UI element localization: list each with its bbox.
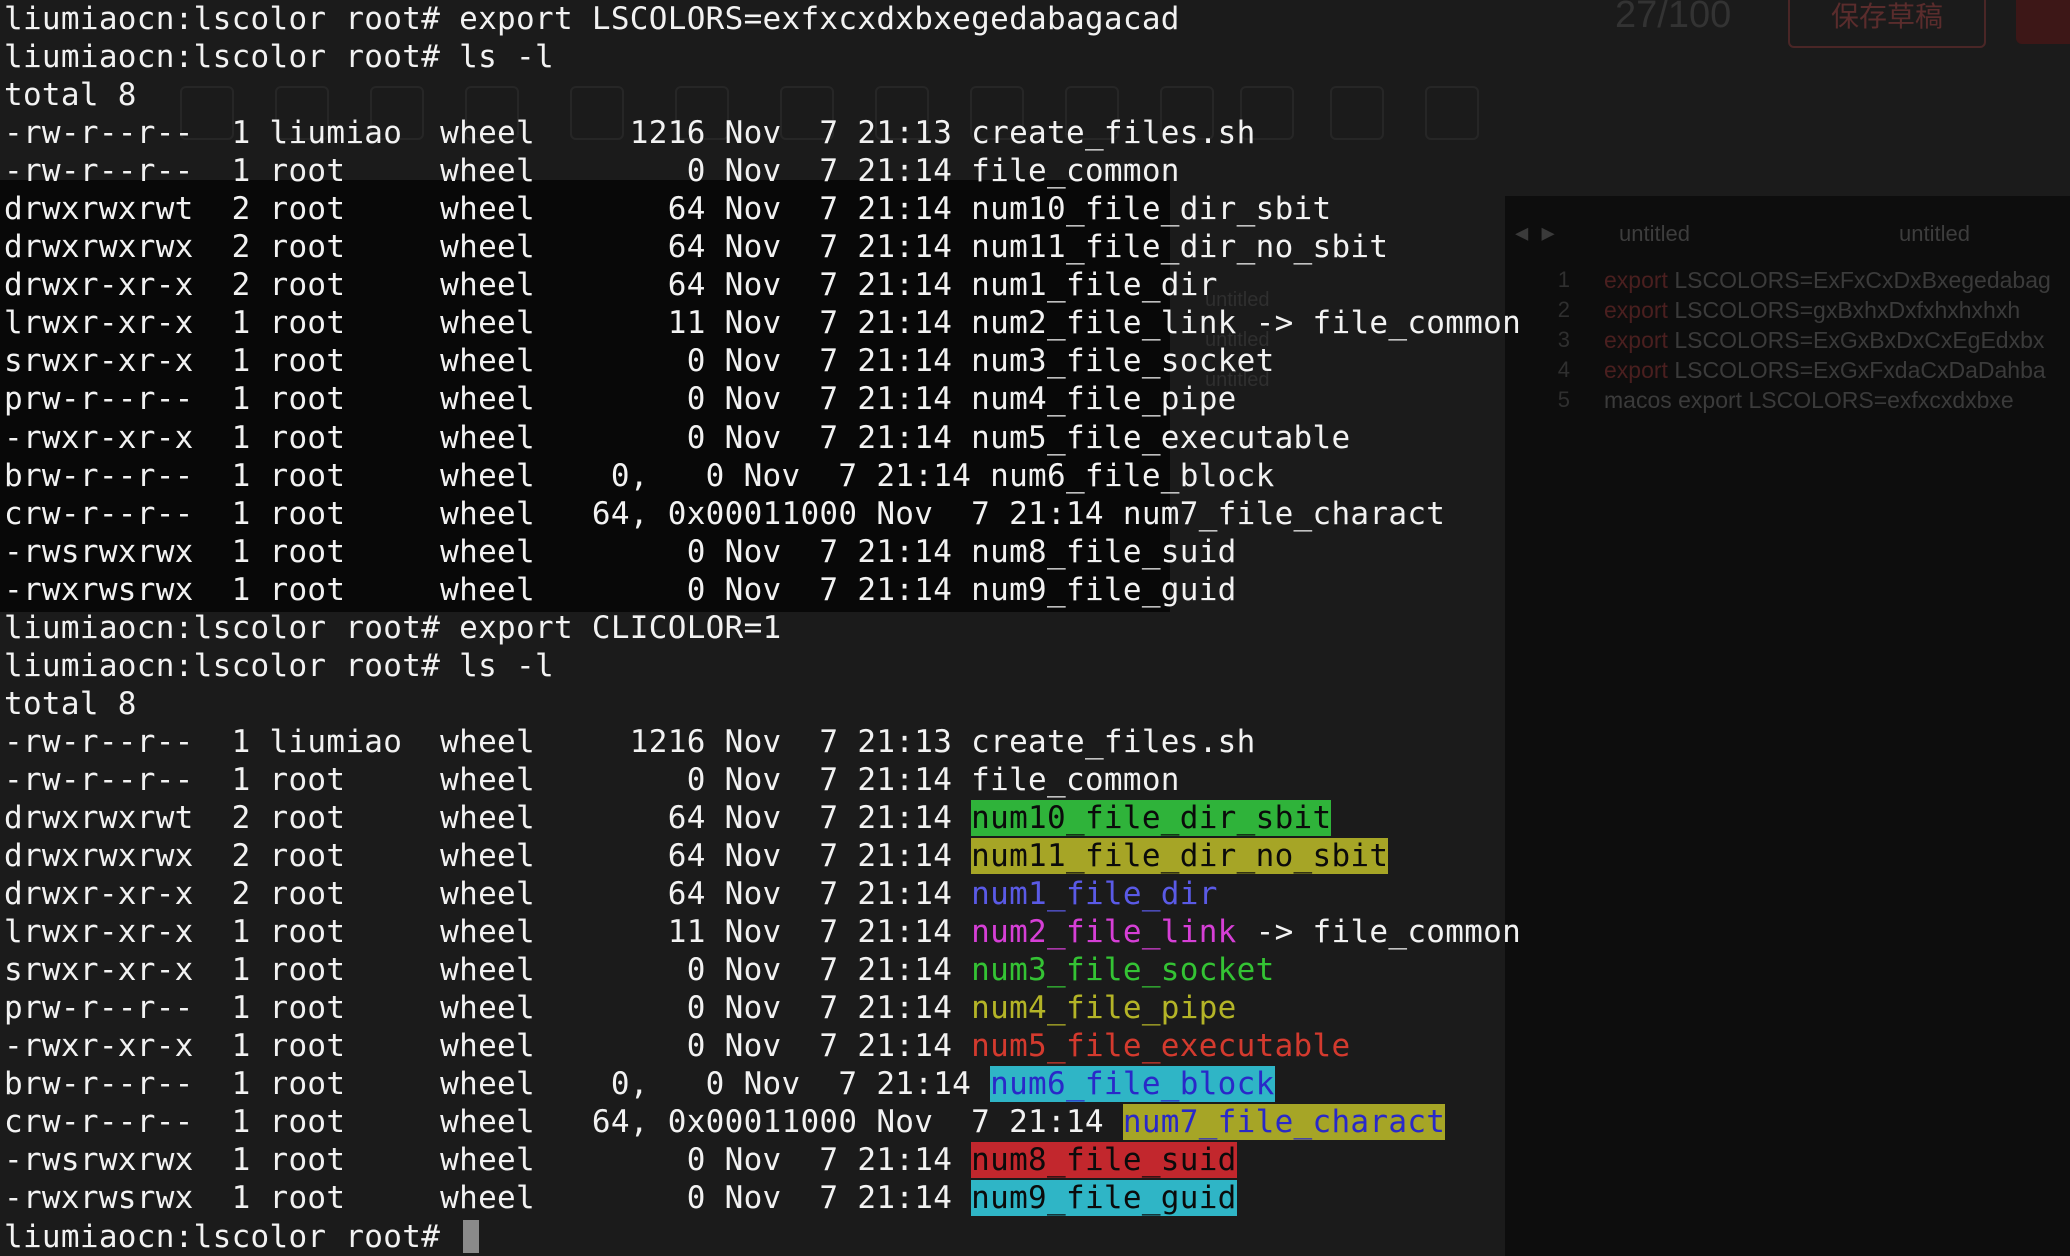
terminal-line: total 8 — [4, 76, 2064, 114]
file-name: num3_file_socket — [971, 952, 1275, 989]
line-text: total 8 — [4, 77, 137, 114]
line-text: drwxrwxrwx 2 root wheel 64 Nov 7 21:14 — [4, 229, 972, 266]
terminal-line: liumiaocn:lscolor root# ls -l — [4, 38, 2064, 76]
terminal-line: total 8 — [4, 685, 2064, 723]
file-name: num11_file_dir_no_sbit — [971, 838, 1389, 875]
terminal-line: lrwxr-xr-x 1 root wheel 11 Nov 7 21:14 n… — [4, 304, 2064, 342]
file-name: create_files.sh — [971, 115, 1256, 152]
line-text: liumiaocn:lscolor root# ls -l — [4, 39, 554, 76]
file-name: create_files.sh — [971, 723, 1256, 760]
line-text: prw-r--r-- 1 root wheel 0 Nov 7 21:14 — [4, 990, 972, 1027]
terminal-line: drwxrwxrwt 2 root wheel 64 Nov 7 21:14 n… — [4, 799, 2064, 837]
file-name: num7_file_charact — [1122, 495, 1446, 532]
terminal-line: liumiaocn:lscolor root# ls -l — [4, 647, 2064, 685]
terminal-line: -rwxr-xr-x 1 root wheel 0 Nov 7 21:14 nu… — [4, 419, 2064, 457]
file-name: num6_file_block — [990, 457, 1275, 494]
line-text: -rwxrwsrwx 1 root wheel 0 Nov 7 21:14 — [4, 1180, 972, 1217]
line-text: -rwsrwxrwx 1 root wheel 0 Nov 7 21:14 — [4, 533, 972, 570]
line-text: -rw-r--r-- 1 liumiao wheel 1216 Nov 7 21… — [4, 723, 972, 760]
file-name: num2_file_link — [971, 305, 1237, 342]
line-text: srwxr-xr-x 1 root wheel 0 Nov 7 21:14 — [4, 343, 972, 380]
line-text: brw-r--r-- 1 root wheel 0, 0 Nov 7 21:14 — [4, 457, 991, 494]
terminal-line: brw-r--r-- 1 root wheel 0, 0 Nov 7 21:14… — [4, 1065, 2064, 1103]
line-text: liumiaocn:lscolor root# ls -l — [4, 647, 554, 684]
terminal-line: brw-r--r-- 1 root wheel 0, 0 Nov 7 21:14… — [4, 457, 2064, 495]
file-name: num5_file_executable — [971, 1028, 1351, 1065]
line-text: drwxrwxrwt 2 root wheel 64 Nov 7 21:14 — [4, 799, 972, 836]
line-text: -rw-r--r-- 1 root wheel 0 Nov 7 21:14 — [4, 153, 972, 190]
file-name: num7_file_charact — [1122, 1104, 1446, 1141]
terminal-line: prw-r--r-- 1 root wheel 0 Nov 7 21:14 nu… — [4, 989, 2064, 1027]
line-text: lrwxr-xr-x 1 root wheel 11 Nov 7 21:14 — [4, 305, 972, 342]
file-name: num10_file_dir_sbit — [971, 799, 1332, 836]
line-text: liumiaocn:lscolor root# — [4, 1218, 460, 1255]
link-target: -> file_common — [1236, 914, 1522, 951]
terminal-line: srwxr-xr-x 1 root wheel 0 Nov 7 21:14 nu… — [4, 951, 2064, 989]
terminal-line: liumiaocn:lscolor root# export CLICOLOR=… — [4, 609, 2064, 647]
line-text: lrwxr-xr-x 1 root wheel 11 Nov 7 21:14 — [4, 914, 972, 951]
line-text: -rw-r--r-- 1 liumiao wheel 1216 Nov 7 21… — [4, 115, 972, 152]
file-name: num1_file_dir — [971, 876, 1218, 913]
terminal-line: -rw-r--r-- 1 liumiao wheel 1216 Nov 7 21… — [4, 723, 2064, 761]
terminal-line: -rw-r--r-- 1 liumiao wheel 1216 Nov 7 21… — [4, 114, 2064, 152]
file-name: num9_file_guid — [971, 571, 1237, 608]
file-name: num8_file_suid — [971, 1142, 1237, 1179]
file-name: num11_file_dir_no_sbit — [971, 229, 1389, 266]
line-text: liumiaocn:lscolor root# export CLICOLOR=… — [4, 609, 782, 646]
terminal-line: liumiaocn:lscolor root# — [4, 1218, 2064, 1256]
terminal-line: -rwxr-xr-x 1 root wheel 0 Nov 7 21:14 nu… — [4, 1027, 2064, 1065]
file-name: file_common — [971, 153, 1180, 190]
file-name: num6_file_block — [990, 1066, 1275, 1103]
file-name: num2_file_link — [971, 914, 1237, 951]
file-name: num9_file_guid — [971, 1180, 1237, 1217]
line-text: prw-r--r-- 1 root wheel 0 Nov 7 21:14 — [4, 381, 972, 418]
line-text: -rwxr-xr-x 1 root wheel 0 Nov 7 21:14 — [4, 419, 972, 456]
line-text: crw-r--r-- 1 root wheel 64, 0x00011000 N… — [4, 1104, 1123, 1141]
link-target: -> file_common — [1236, 305, 1522, 342]
line-text: liumiaocn:lscolor root# export LSCOLORS=… — [4, 1, 1180, 37]
line-text: drwxrwxrwx 2 root wheel 64 Nov 7 21:14 — [4, 838, 972, 875]
terminal-line: drwxr-xr-x 2 root wheel 64 Nov 7 21:14 n… — [4, 266, 2064, 304]
terminal-line: -rwsrwxrwx 1 root wheel 0 Nov 7 21:14 nu… — [4, 533, 2064, 571]
terminal-line: -rwxrwsrwx 1 root wheel 0 Nov 7 21:14 nu… — [4, 571, 2064, 609]
terminal-line: drwxr-xr-x 2 root wheel 64 Nov 7 21:14 n… — [4, 875, 2064, 913]
line-text: drwxrwxrwt 2 root wheel 64 Nov 7 21:14 — [4, 191, 972, 228]
line-text: -rw-r--r-- 1 root wheel 0 Nov 7 21:14 — [4, 761, 972, 798]
line-text: total 8 — [4, 685, 137, 722]
line-text: -rwxr-xr-x 1 root wheel 0 Nov 7 21:14 — [4, 1028, 972, 1065]
line-text: -rwsrwxrwx 1 root wheel 0 Nov 7 21:14 — [4, 1142, 972, 1179]
terminal-line: crw-r--r-- 1 root wheel 64, 0x00011000 N… — [4, 495, 2064, 533]
terminal-output[interactable]: liumiaocn:lscolor root# export LSCOLORS=… — [4, 0, 2064, 1256]
file-name: num10_file_dir_sbit — [971, 191, 1332, 228]
line-text: srwxr-xr-x 1 root wheel 0 Nov 7 21:14 — [4, 952, 972, 989]
terminal-line: drwxrwxrwx 2 root wheel 64 Nov 7 21:14 n… — [4, 228, 2064, 266]
file-name: num8_file_suid — [971, 533, 1237, 570]
file-name: num3_file_socket — [971, 343, 1275, 380]
file-name: num4_file_pipe — [971, 381, 1237, 418]
terminal-cursor[interactable] — [463, 1219, 480, 1253]
file-name: num1_file_dir — [971, 267, 1218, 304]
terminal-line: prw-r--r-- 1 root wheel 0 Nov 7 21:14 nu… — [4, 380, 2064, 418]
terminal-line: lrwxr-xr-x 1 root wheel 11 Nov 7 21:14 n… — [4, 913, 2064, 951]
terminal-line: liumiaocn:lscolor root# export LSCOLORS=… — [4, 0, 2064, 38]
terminal-line: -rw-r--r-- 1 root wheel 0 Nov 7 21:14 fi… — [4, 152, 2064, 190]
terminal-line: -rwxrwsrwx 1 root wheel 0 Nov 7 21:14 nu… — [4, 1179, 2064, 1217]
line-text: drwxr-xr-x 2 root wheel 64 Nov 7 21:14 — [4, 876, 972, 913]
file-name: file_common — [971, 761, 1180, 798]
file-name: num4_file_pipe — [971, 990, 1237, 1027]
terminal-line: -rw-r--r-- 1 root wheel 0 Nov 7 21:14 fi… — [4, 761, 2064, 799]
file-name: num5_file_executable — [971, 419, 1351, 456]
line-text: -rwxrwsrwx 1 root wheel 0 Nov 7 21:14 — [4, 571, 972, 608]
terminal-line: srwxr-xr-x 1 root wheel 0 Nov 7 21:14 nu… — [4, 342, 2064, 380]
terminal-line: drwxrwxrwt 2 root wheel 64 Nov 7 21:14 n… — [4, 190, 2064, 228]
terminal-line: drwxrwxrwx 2 root wheel 64 Nov 7 21:14 n… — [4, 837, 2064, 875]
line-text: brw-r--r-- 1 root wheel 0, 0 Nov 7 21:14 — [4, 1066, 991, 1103]
line-text: crw-r--r-- 1 root wheel 64, 0x00011000 N… — [4, 495, 1123, 532]
terminal-line: -rwsrwxrwx 1 root wheel 0 Nov 7 21:14 nu… — [4, 1141, 2064, 1179]
line-text: drwxr-xr-x 2 root wheel 64 Nov 7 21:14 — [4, 267, 972, 304]
terminal-line: crw-r--r-- 1 root wheel 64, 0x00011000 N… — [4, 1103, 2064, 1141]
